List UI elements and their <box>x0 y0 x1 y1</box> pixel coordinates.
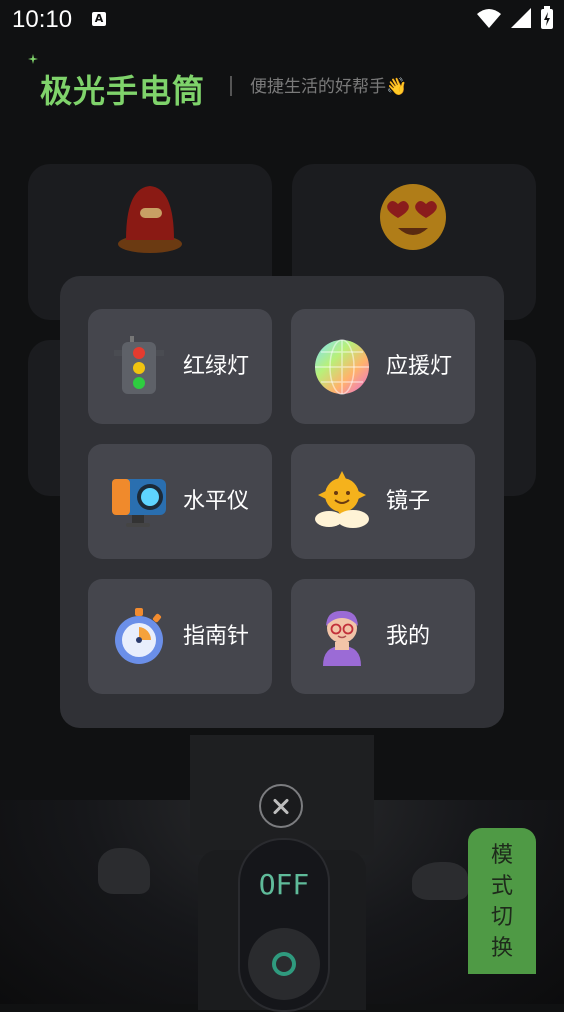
signal-icon <box>511 8 531 28</box>
mode-switch-char: 式 <box>490 874 513 899</box>
menu-item-support-light[interactable]: 应援灯 <box>291 309 475 424</box>
battery-icon <box>541 6 553 29</box>
sparkle-icon <box>28 54 38 64</box>
wifi-icon <box>477 9 501 28</box>
menu-item-label: 镜子 <box>386 489 431 514</box>
status-bar: 10:10 A <box>0 0 564 40</box>
status-time: 10:10 <box>12 6 73 33</box>
mode-switch-label: 模 式 切 换 <box>468 840 536 964</box>
header-divider <box>230 76 232 96</box>
app-tagline: 便捷生活的好帮手👋 <box>250 77 408 97</box>
switch-state-label: OFF <box>258 868 310 901</box>
app-header: 极光手电筒 便捷生活的好帮手👋 <box>28 54 548 110</box>
menu-item-label: 我的 <box>386 624 431 649</box>
power-indicator-icon <box>272 952 296 976</box>
mode-switch-char: 切 <box>490 905 513 930</box>
close-menu-button[interactable] <box>259 784 303 828</box>
app-title: 极光手电筒 <box>40 72 206 110</box>
siren-icon <box>118 186 182 253</box>
heart-eyes-icon <box>380 184 446 250</box>
menu-item-mirror[interactable]: 镜子 <box>291 444 475 559</box>
menu-item-label: 指南针 <box>183 624 250 649</box>
traffic-light-icon <box>114 336 164 394</box>
disco-ball-icon <box>315 339 369 395</box>
camera-icon <box>112 479 166 527</box>
rock-left <box>98 848 150 894</box>
status-icons <box>476 6 554 30</box>
sun-cloud-icon <box>315 471 369 528</box>
menu-item-profile[interactable]: 我的 <box>291 579 475 694</box>
menu-item-label: 红绿灯 <box>183 354 250 379</box>
power-switch[interactable]: OFF <box>238 838 330 1012</box>
menu-item-level[interactable]: 水平仪 <box>88 444 272 559</box>
mode-switch-char: 模 <box>490 843 513 868</box>
menu-item-label: 水平仪 <box>183 489 250 514</box>
tools-menu-popup: 红绿灯 应援灯 水平仪 镜子 指南针 我的 <box>60 276 504 728</box>
menu-item-compass[interactable]: 指南针 <box>88 579 272 694</box>
mode-switch-button[interactable]: 模 式 切 换 <box>468 828 536 974</box>
menu-item-traffic-light[interactable]: 红绿灯 <box>88 309 272 424</box>
notification-icon: A <box>92 12 106 26</box>
menu-item-label: 应援灯 <box>386 354 453 379</box>
mode-switch-char: 换 <box>490 936 513 961</box>
stopwatch-icon <box>115 608 163 664</box>
avatar-icon <box>323 610 361 666</box>
rock-right <box>412 862 468 900</box>
power-knob[interactable] <box>248 928 320 1000</box>
